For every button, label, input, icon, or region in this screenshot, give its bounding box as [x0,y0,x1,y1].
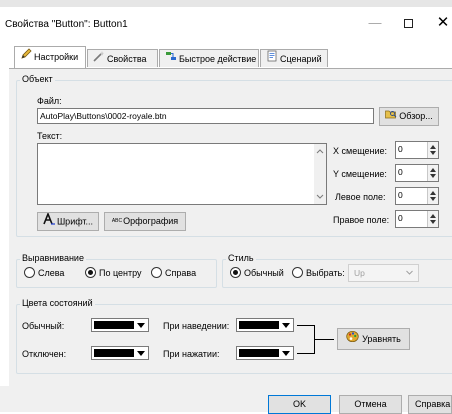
tab-label: Настройки [34,52,79,62]
cancel-button[interactable]: Отмена [339,395,402,414]
y-offset-stepper[interactable]: 0 [395,164,439,182]
align-left-radio[interactable] [24,267,35,278]
color-swatch [239,349,279,357]
tab-quick-action[interactable]: Быстрое действие [159,49,259,67]
help-button[interactable]: Справка [408,395,452,414]
tab-script[interactable]: Сценарий [260,49,328,67]
text-input[interactable] [37,143,327,205]
spelling-label: Орфография [123,216,179,226]
align-center-label[interactable]: По центру [99,268,142,278]
browse-label: Обзор... [399,111,433,121]
tab-label: Свойства [107,54,147,64]
file-path-input[interactable]: AutoPlay\Buttons\0002-royale.btn [37,108,374,124]
spin-arrows-icon[interactable] [427,188,438,204]
color-swatch [239,321,279,329]
style-normal-label[interactable]: Обычный [244,268,284,278]
top-strip [0,0,452,7]
tab-label: Быстрое действие [179,54,257,64]
palette-icon [346,330,359,350]
text-label: Текст: [37,131,63,141]
equalize-button[interactable]: Уравнять [337,328,410,350]
font-button[interactable]: Шрифт... [37,211,99,231]
browse-icon [385,108,397,125]
ok-button[interactable]: OK [268,395,331,414]
x-offset-stepper[interactable]: 0 [395,141,439,159]
pressed-color-picker[interactable] [236,346,294,360]
color-swatch [94,349,134,357]
browse-button[interactable]: Обзор... [379,107,439,126]
color-swatch [94,321,134,329]
disabled-color-label: Отключен: [22,349,67,359]
spin-arrows-icon[interactable] [427,165,438,181]
align-right-label[interactable]: Справа [165,268,196,278]
maximize-button[interactable] [393,12,423,34]
tab-strip: Настройки Свойства Быстрое действие Сцен… [0,46,452,68]
right-margin-stepper[interactable]: 0 [395,210,439,228]
style-normal-radio[interactable] [230,267,241,278]
style-select-value: Up [354,268,365,278]
style-select-label[interactable]: Выбрать: [306,268,345,278]
left-margin-stepper[interactable]: 0 [395,187,439,205]
right-margin-label: Правое поле: [333,215,390,225]
window-title: Свойства "Button": Button1 [5,19,128,30]
dropdown-arrow-icon [282,351,290,356]
wand-icon [92,50,105,67]
align-center-radio[interactable] [85,267,96,278]
font-icon [43,211,56,231]
style-select-radio[interactable] [292,267,303,278]
spin-arrows-icon[interactable] [427,142,438,158]
text-scrollbar[interactable] [314,144,326,204]
font-label: Шрифт... [56,216,94,227]
right-margin-value: 0 [398,213,403,223]
bracket-line [314,339,334,340]
bracket-line [297,353,314,354]
alignment-group-legend: Выравнивание [20,253,86,263]
y-offset-value: 0 [398,167,403,177]
left-margin-label: Левое поле: [335,192,386,202]
state-colors-legend: Цвета состояний [20,298,95,308]
left-margin-value: 0 [398,190,403,200]
action-icon [164,50,177,67]
normal-color-label: Обычный: [22,321,65,331]
dropdown-arrow-icon [137,323,145,328]
hover-color-label: При наведении: [163,321,230,331]
align-left-label[interactable]: Слева [38,268,64,278]
object-group-legend: Объект [20,74,55,84]
scroll-arrows-icon [316,149,324,199]
disabled-color-picker[interactable] [91,346,149,360]
spellcheck-icon: ABC [111,218,123,224]
dropdown-arrow-icon [282,323,290,328]
y-offset-label: Y смещение: [333,169,387,179]
x-offset-value: 0 [398,144,403,154]
align-right-radio[interactable] [151,267,162,278]
style-select-dropdown[interactable]: Up [348,264,419,282]
hover-color-picker[interactable] [236,318,294,332]
bracket-line [297,325,314,326]
x-offset-label: X смещение: [333,146,388,156]
pencil-icon [19,47,32,67]
close-button[interactable]: ✕ [428,12,452,34]
script-icon [265,50,278,67]
maximize-icon [403,19,413,29]
tab-properties[interactable]: Свойства [87,49,158,67]
spin-arrows-icon[interactable] [427,211,438,227]
file-label: Файл: [37,96,62,106]
spelling-button[interactable]: ABCОрфография [104,212,186,231]
minimize-button[interactable]: — [360,12,390,34]
normal-color-picker[interactable] [91,318,149,332]
chevron-down-icon [405,265,414,281]
style-group-legend: Стиль [226,253,256,263]
dropdown-arrow-icon [137,351,145,356]
pressed-color-label: При нажатии: [163,349,220,359]
tab-label: Сценарий [280,54,322,64]
tab-settings[interactable]: Настройки [14,46,86,68]
equalize-label: Уравнять [362,334,401,344]
